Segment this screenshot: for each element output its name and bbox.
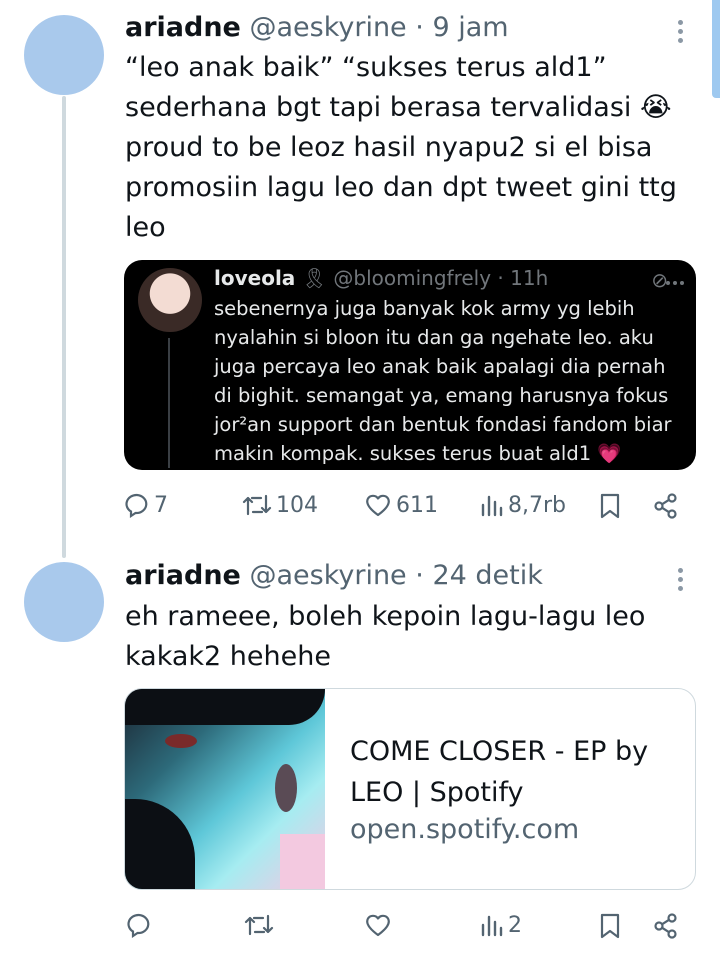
like-count: 611 (396, 492, 438, 518)
timestamp[interactable]: 24 detik (432, 560, 542, 591)
reply-icon (127, 913, 150, 938)
tweet-text: eh rameee, boleh kepoin lagu-lagu leo ka… (125, 597, 645, 677)
user-handle[interactable]: @aeskyrine (249, 560, 406, 591)
quoted-text-line: jor²an support dan bentuk fondasi fandom… (214, 413, 672, 436)
tweet-actions: 2 (124, 912, 684, 944)
views-button[interactable]: 2 (480, 912, 522, 938)
tweet-text-line: sederhana bgt tapi berasa tervalidasi 😭 (125, 92, 672, 123)
bookmark-button[interactable] (598, 912, 622, 940)
retweet-count: 104 (276, 492, 318, 518)
quoted-header: loveola 🎗 @bloomingfrely · 11h (214, 266, 548, 290)
card-title: COME CLOSER - EP by LEO | Spotify (350, 731, 680, 813)
share-icon (654, 493, 677, 519)
separator: · (415, 560, 424, 591)
tweet-header: ariadne @aeskyrine · 9 jam (125, 12, 509, 43)
quoted-badge-icon: 🎗 (301, 266, 328, 290)
bookmark-icon (600, 913, 620, 939)
quoted-avatar[interactable] (138, 268, 202, 332)
share-button[interactable] (652, 492, 680, 520)
avatar[interactable] (24, 15, 104, 95)
tweet-text-line: promosiin lagu leo dan dpt tweet gini tt… (125, 172, 677, 203)
views-icon (481, 495, 503, 517)
share-button[interactable] (652, 912, 680, 940)
quoted-text-line: di bighit. semangat ya, emang harusnya f… (214, 384, 669, 407)
tweet-text-line: kakak2 hehehe (125, 641, 331, 672)
views-count: 2 (508, 912, 522, 938)
tweet-header: ariadne @aeskyrine · 24 detik (125, 560, 543, 591)
reply-button[interactable] (126, 912, 152, 938)
like-icon (366, 494, 390, 517)
bookmark-icon (600, 493, 620, 519)
views-button[interactable]: 8,7rb (480, 492, 566, 518)
tweet-text: “leo anak baik” “sukses terus ald1” sede… (125, 48, 677, 248)
retweet-button[interactable] (244, 912, 274, 938)
tweet-actions: 7 104 611 8,7rb (124, 492, 684, 524)
tweet-text-line: eh rameee, boleh kepoin lagu-lagu leo (125, 601, 646, 632)
quoted-separator: · (497, 266, 504, 290)
tweet-text-line: “leo anak baik” “sukses terus ald1” (125, 52, 607, 83)
reply-count: 7 (154, 492, 168, 518)
reply-icon (125, 493, 148, 518)
retweet-button[interactable]: 104 (242, 492, 318, 518)
quoted-text-line: makin kompak. sukses terus buat ald1 💗 (214, 442, 622, 465)
card-image (125, 689, 325, 889)
more-icon[interactable] (676, 20, 684, 46)
bookmark-button[interactable] (598, 492, 622, 520)
views-icon (481, 915, 503, 937)
avatar[interactable] (24, 562, 104, 642)
more-icon[interactable] (676, 568, 684, 594)
quoted-display-name[interactable]: loveola (214, 266, 295, 290)
separator: · (415, 12, 424, 43)
user-handle[interactable]: @aeskyrine (249, 12, 406, 43)
thread-line (62, 96, 66, 558)
quoted-more-icon[interactable] (663, 270, 684, 289)
card-title-line: LEO | Spotify (350, 777, 524, 808)
link-card[interactable]: COME CLOSER - EP by LEO | Spotify open.s… (124, 688, 696, 890)
quoted-thread-line (168, 338, 170, 468)
display-name[interactable]: ariadne (125, 12, 241, 43)
quoted-handle[interactable]: @bloomingfrely (333, 266, 491, 290)
tweet-text-line: leo (125, 212, 166, 243)
card-domain: open.spotify.com (350, 814, 580, 845)
quoted-text-line: sebenernya juga banyak kok army yg lebih (214, 297, 635, 320)
like-button[interactable] (364, 912, 392, 938)
timestamp[interactable]: 9 jam (432, 12, 508, 43)
like-button[interactable]: 611 (364, 492, 438, 518)
retweet-icon (244, 914, 274, 936)
display-name[interactable]: ariadne (125, 560, 241, 591)
like-icon (366, 914, 390, 937)
quoted-text-line: nyalahin si bloon itu dan ga ngehate leo… (214, 326, 654, 349)
retweet-icon (242, 494, 272, 516)
reply-button[interactable]: 7 (124, 492, 168, 518)
quoted-timestamp[interactable]: 11h (510, 266, 548, 290)
scrollbar[interactable] (712, 0, 720, 98)
card-title-line: COME CLOSER - EP by (350, 736, 649, 767)
quoted-tweet[interactable]: loveola 🎗 @bloomingfrely · 11h ⊘ sebener… (124, 260, 696, 470)
quoted-text: sebenernya juga banyak kok army yg lebih… (214, 294, 684, 468)
quoted-text-line: juga percaya leo anak baik apalagi dia p… (214, 355, 666, 378)
share-icon (654, 913, 677, 939)
views-count: 8,7rb (508, 492, 566, 518)
tweet-text-line: proud to be leoz hasil nyapu2 si el bisa (125, 132, 653, 163)
